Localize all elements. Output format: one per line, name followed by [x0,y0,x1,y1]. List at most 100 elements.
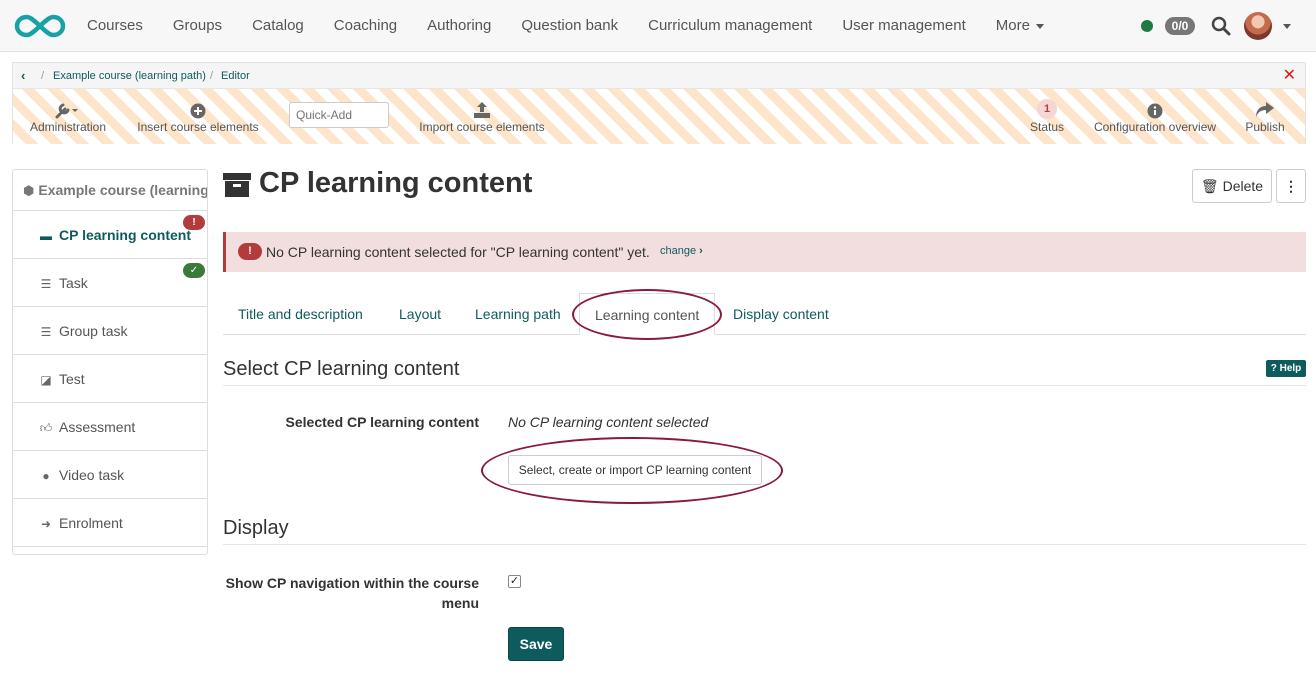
thumbs-up-icon: 👍︎ [39,421,53,435]
nav-curriculum-management[interactable]: Curriculum management [633,0,827,52]
sidebar-item-label: Video task [59,467,125,483]
course-editor-toolbar: ‹ / Example course (learning path) / Edi… [12,62,1306,144]
more-options-button[interactable]: ⋮ [1276,169,1306,203]
error-alert: ! No CP learning content selected for "C… [223,232,1306,272]
delete-label: Delete [1222,177,1264,194]
check-badge-icon: ✓ [183,263,205,278]
sidebar-item-label: Assessment [59,419,136,435]
breadcrumb-editor[interactable]: Editor [221,70,250,82]
nav-catalog[interactable]: Catalog [237,0,319,52]
sidebar-item-label: Group task [59,323,128,339]
search-icon[interactable] [1211,16,1231,36]
tab-learning-path[interactable]: Learning path [475,293,561,335]
selected-content-value: No CP learning content selected [508,414,709,430]
change-link-label: change [660,245,697,257]
caret-down-icon [1035,23,1044,29]
trash-icon: 🗑︎ [1200,177,1219,194]
info-circle-icon [1091,89,1219,119]
upload-icon [415,89,549,119]
tab-title-description[interactable]: Title and description [238,293,363,335]
task-icon: ☰ [40,277,52,291]
insert-course-elements-label: Insert course elements [137,120,259,134]
administration-button[interactable]: Administration [23,89,113,144]
sidebar-item-label: CP learning content [59,227,191,243]
select-section-title: Select CP learning content [223,358,460,380]
top-navigation: Courses Groups Catalog Coaching Authorin… [0,0,1316,52]
sidebar-item-video-task[interactable]: ● Video task [13,451,207,499]
nav-user-management[interactable]: User management [827,0,980,52]
sign-in-icon: ➜ [40,517,52,531]
save-button[interactable]: Save [508,627,564,661]
help-label: Help [1279,363,1302,374]
nav-courses[interactable]: Courses [72,0,158,52]
divider [223,385,1306,386]
alert-message: No CP learning content selected for "CP … [266,244,650,260]
course-tree-root-label: Example course (learning path) [38,182,207,198]
nav-groups[interactable]: Groups [158,0,237,52]
import-course-elements-button[interactable]: Import course elements [415,89,549,144]
page-title: CP learning content [259,167,533,199]
status-button[interactable]: 1 Status [1025,89,1069,144]
configuration-overview-label: Configuration overview [1093,120,1217,134]
notification-counter[interactable]: 0/0 [1165,17,1195,35]
tab-layout[interactable]: Layout [399,293,441,335]
error-badge-icon: ! [183,215,205,230]
publish-label: Publish [1245,120,1285,134]
nav-more-label: More [995,17,1030,34]
help-button[interactable]: ? Help [1266,360,1306,377]
nav-authoring[interactable]: Authoring [412,0,506,52]
tab-learning-content[interactable]: Learning content [579,293,716,335]
sidebar-item-task[interactable]: ☰ Task ✓ [13,259,207,307]
close-editor-icon[interactable]: ✕ [1283,68,1296,84]
record-icon: ● [42,469,50,483]
archive-icon [223,173,251,197]
config-tabs: Title and description Layout Learning pa… [223,293,1306,335]
insert-course-elements-button[interactable]: Insert course elements [133,89,263,144]
publish-button[interactable]: Publish [1241,89,1289,144]
delete-button[interactable]: 🗑︎ Delete [1192,169,1272,203]
change-link[interactable]: change › [660,245,703,257]
status-label: Status [1029,120,1065,134]
caret-down-icon[interactable] [1283,24,1291,29]
share-arrow-icon [1241,89,1289,119]
status-count-badge: 1 [1037,99,1057,119]
tab-display-content[interactable]: Display content [733,293,829,335]
sidebar-item-label: Task [59,275,88,291]
exclamation-icon: ! [238,243,262,260]
selected-content-label: Selected CP learning content [285,414,479,430]
cp-navigation-checkbox[interactable]: ✓ [508,575,521,588]
cp-navigation-label: Show CP navigation within the course men… [225,575,479,611]
administration-label: Administration [29,120,107,134]
plus-circle-icon [133,89,263,119]
divider [223,544,1306,545]
sidebar-item-label: Test [59,371,85,387]
nav-coaching[interactable]: Coaching [319,0,412,52]
breadcrumb-course[interactable]: Example course (learning path) [53,70,206,82]
nav-more[interactable]: More [981,0,1059,52]
cube-icon: ⬢ [23,183,35,198]
sidebar-item-cp-learning-content[interactable]: ▬ CP learning content ! [13,211,207,259]
import-course-elements-label: Import course elements [419,120,545,134]
select-create-import-button[interactable]: Select, create or import CP learning con… [508,455,762,485]
display-section-title: Display [223,517,289,539]
breadcrumb-separator: / [41,70,45,82]
breadcrumb: ‹ / Example course (learning path) / Edi… [13,63,1305,89]
nav-question-bank[interactable]: Question bank [506,0,633,52]
back-chevron-icon[interactable]: ‹ [21,69,25,82]
sidebar-item-test[interactable]: ◪ Test [13,355,207,403]
online-status-icon[interactable] [1141,20,1153,32]
course-tree-sidebar: ⬢Example course (learning path) ▬ CP lear… [12,169,208,555]
sidebar-item-label: Enrolment [59,515,123,531]
sidebar-item-enrolment[interactable]: ➜ Enrolment [13,499,207,547]
question-circle-icon: ? [1270,363,1277,374]
sidebar-item-group-task[interactable]: ☰ Group task [13,307,207,355]
edit-icon: ◪ [40,373,52,387]
user-avatar[interactable] [1244,12,1272,40]
configuration-overview-button[interactable]: Configuration overview [1091,89,1219,144]
toolbar-area: Administration Insert course elements Im… [13,89,1305,144]
sidebar-item-assessment[interactable]: 👍︎ Assessment [13,403,207,451]
quick-add-input[interactable] [289,102,389,128]
main-menu: Courses Groups Catalog Coaching Authorin… [72,0,1059,52]
course-tree-root[interactable]: ⬢Example course (learning path) [13,170,207,211]
openolat-logo[interactable] [14,13,66,39]
